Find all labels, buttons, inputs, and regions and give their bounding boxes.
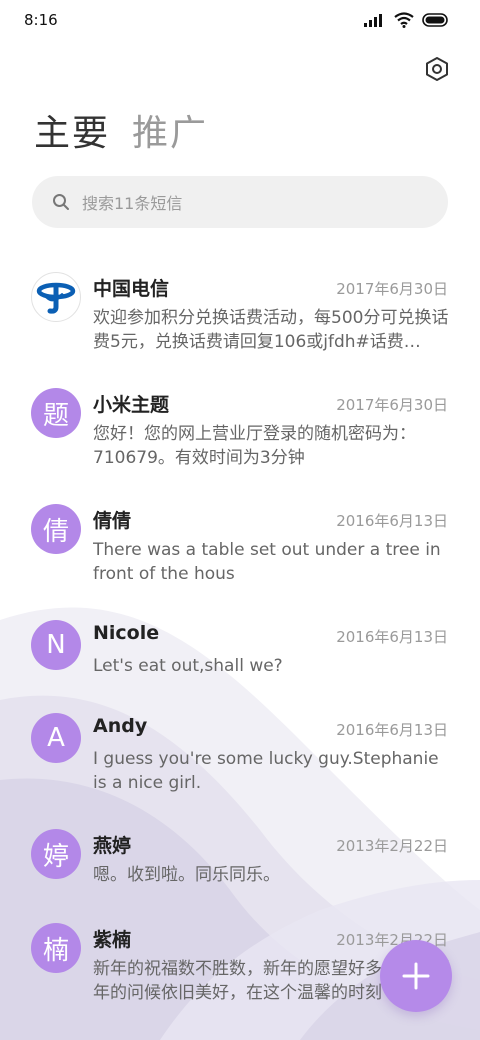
tab-promotions[interactable]: 推广 bbox=[132, 112, 208, 156]
plus-icon bbox=[402, 962, 430, 990]
conversation-item[interactable]: N Nicole 2016年6月13日 Let's eat out,shall … bbox=[0, 610, 480, 700]
settings-button[interactable] bbox=[420, 52, 454, 86]
message-date: 2016年6月13日 bbox=[336, 628, 448, 646]
avatar: N bbox=[31, 620, 81, 670]
settings-icon bbox=[426, 57, 448, 81]
avatar: 题 bbox=[31, 388, 81, 438]
avatar: 倩 bbox=[31, 504, 81, 554]
message-date: 2013年2月22日 bbox=[336, 837, 448, 855]
contact-name: 中国电信 bbox=[93, 278, 170, 300]
avatar: A bbox=[31, 713, 81, 763]
avatar bbox=[31, 272, 81, 322]
status-time: 8:16 bbox=[24, 11, 58, 29]
conversation-item[interactable]: 婷 燕婷 2013年2月22日 嗯。收到啦。同乐同乐。 bbox=[0, 819, 480, 909]
avatar: 楠 bbox=[31, 923, 81, 973]
message-preview: There was a table set out under a tree i… bbox=[93, 540, 441, 584]
status-icons bbox=[364, 12, 450, 28]
signal-icon bbox=[364, 14, 382, 27]
contact-name: 倩倩 bbox=[93, 510, 132, 532]
conversation-item[interactable]: 题 小米主题 2017年6月30日 您好！您的网上营业厅登录的随机密码为：710… bbox=[0, 378, 480, 488]
conversation-item[interactable]: 倩 倩倩 2016年6月13日 There was a table set ou… bbox=[0, 494, 480, 604]
message-preview: 嗯。收到啦。同乐同乐。 bbox=[93, 865, 280, 885]
conversation-item[interactable]: A Andy 2016年6月13日 I guess you're some lu… bbox=[0, 703, 480, 813]
contact-name: Nicole bbox=[93, 622, 160, 644]
message-date: 2017年6月30日 bbox=[336, 396, 448, 414]
new-message-button[interactable] bbox=[380, 940, 452, 1012]
contact-name: 燕婷 bbox=[93, 835, 132, 857]
contact-name: 紫楠 bbox=[93, 929, 132, 951]
tab-bar: 主要 推广 bbox=[34, 112, 208, 156]
message-preview: Let's eat out,shall we? bbox=[93, 656, 283, 676]
avatar: 婷 bbox=[31, 829, 81, 879]
conversation-item[interactable]: 中国电信 2017年6月30日 欢迎参加积分兑换话费活动，每500分可兑换话费5… bbox=[0, 262, 480, 372]
status-bar: 8:16 bbox=[0, 0, 480, 42]
contact-name: Andy bbox=[93, 715, 148, 737]
message-date: 2016年6月13日 bbox=[336, 512, 448, 530]
search-bar[interactable]: 搜索11条短信 bbox=[32, 176, 448, 228]
wifi-icon bbox=[394, 12, 414, 28]
message-date: 2016年6月13日 bbox=[336, 721, 448, 739]
china-telecom-logo-icon bbox=[36, 282, 76, 314]
tab-main[interactable]: 主要 bbox=[34, 112, 110, 156]
message-preview: 您好！您的网上营业厅登录的随机密码为：710679。有效时间为3分钟 bbox=[93, 424, 416, 468]
contact-name: 小米主题 bbox=[93, 394, 170, 416]
message-preview: I guess you're some lucky guy.Stephanie … bbox=[93, 749, 439, 793]
message-date: 2017年6月30日 bbox=[336, 280, 448, 298]
search-icon bbox=[53, 194, 69, 210]
message-preview: 欢迎参加积分兑换话费活动，每500分可兑换话费5元，兑换话费请回复106或jfd… bbox=[93, 308, 449, 352]
search-placeholder: 搜索11条短信 bbox=[82, 194, 183, 213]
battery-icon bbox=[422, 13, 448, 27]
